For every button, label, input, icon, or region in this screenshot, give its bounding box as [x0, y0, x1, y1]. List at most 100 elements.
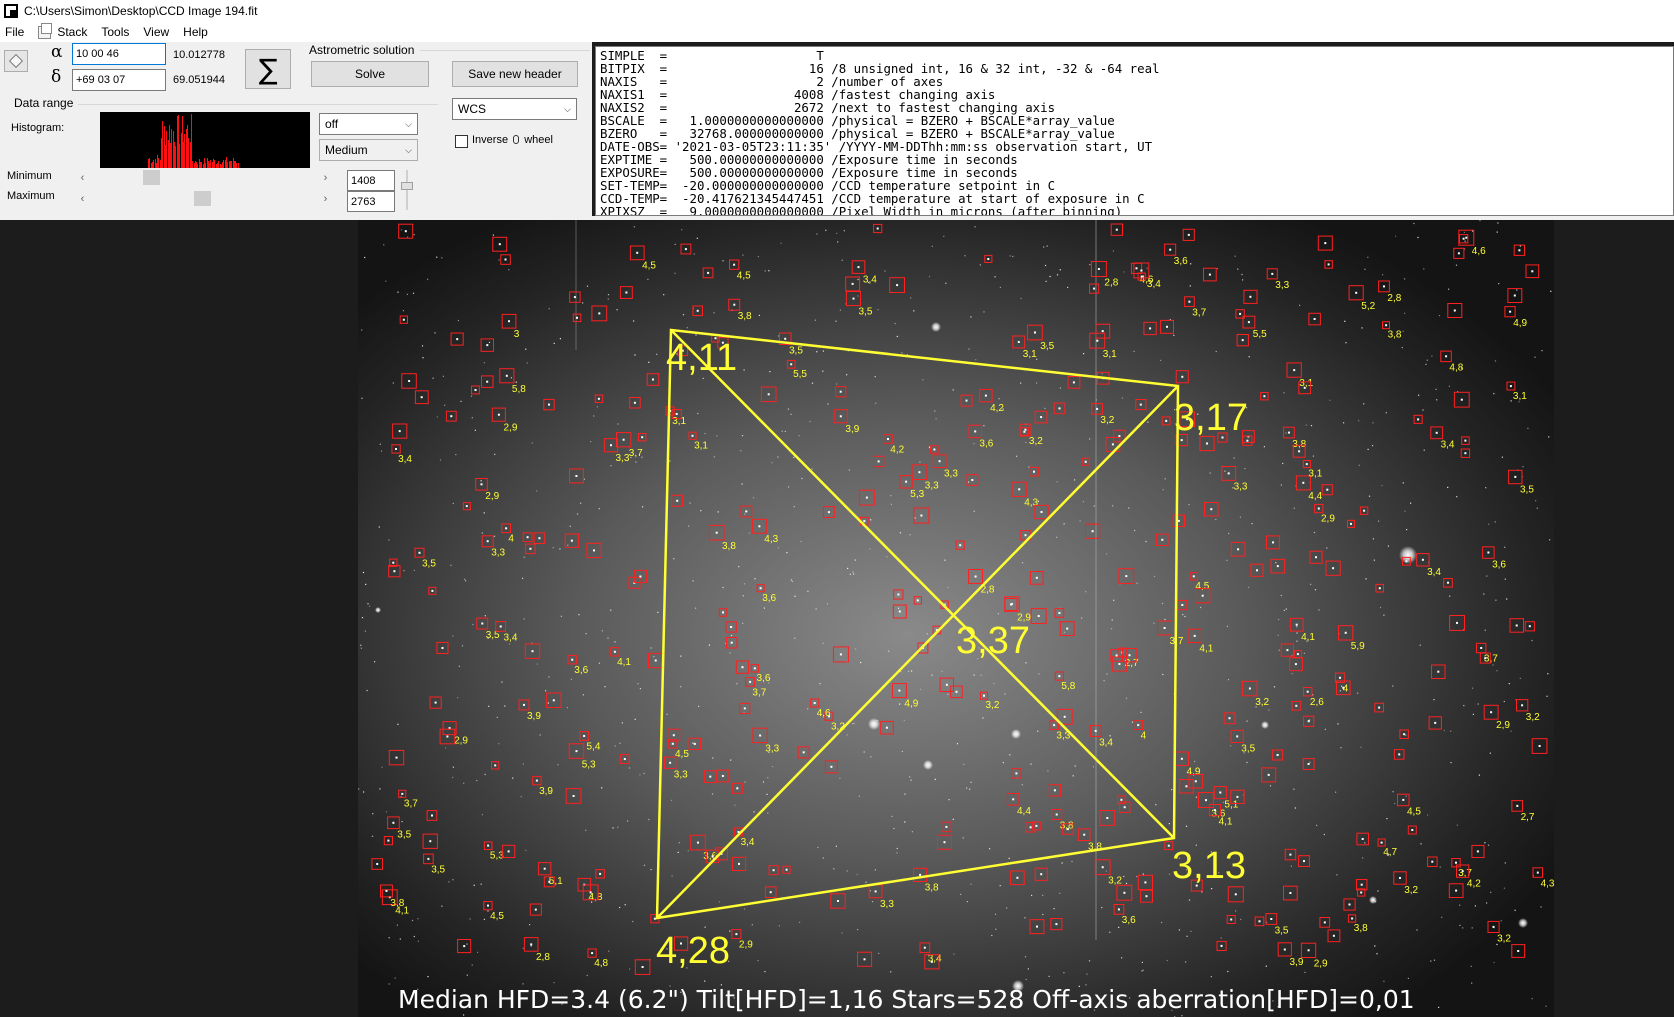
faint-star [1510, 400, 1512, 402]
faint-star [366, 689, 368, 692]
detected-star [1101, 866, 1104, 869]
slider-knob[interactable] [401, 182, 413, 190]
faint-star [1209, 472, 1211, 474]
star-hfd-label: 3,4 [928, 954, 942, 965]
faint-star [999, 885, 1001, 887]
maximum-scrollbar[interactable]: ‹ › [74, 190, 334, 207]
menu-stack-label: Stack [57, 25, 88, 39]
image-canvas[interactable]: 5,944,53,843,53,23,53,85,34,64,73,93,73,… [358, 220, 1554, 1017]
gamma-select[interactable]: Medium ⌵ [319, 139, 418, 161]
menu-file[interactable]: File [0, 25, 33, 39]
faint-star [966, 901, 968, 903]
faint-star [1540, 906, 1542, 908]
faint-star [943, 235, 945, 237]
faint-star [1335, 791, 1337, 793]
faint-star [1246, 761, 1248, 764]
star-hfd-label: 3,3 [1275, 280, 1289, 291]
fits-header-memo[interactable]: SIMPLE = T BITPIX = 16 /8 unsigned int, 1… [595, 46, 1674, 216]
dec-input[interactable] [72, 69, 166, 91]
minimum-scroll-thumb[interactable] [143, 170, 160, 185]
menu-stack[interactable]: Stack [33, 22, 96, 39]
detected-star [1018, 488, 1021, 491]
detected-star [1123, 891, 1126, 894]
faint-star [394, 977, 396, 979]
faint-star [1494, 521, 1496, 523]
chevron-right-icon[interactable]: › [317, 169, 334, 186]
faint-star [717, 511, 719, 513]
faint-star [401, 821, 403, 823]
faint-star [687, 850, 689, 852]
ra-input[interactable] [72, 43, 166, 65]
minimize-panel-button[interactable] [4, 50, 28, 72]
faint-star [1508, 683, 1510, 685]
faint-star [767, 812, 769, 814]
wcs-select[interactable]: WCS ⌵ [452, 98, 577, 120]
faint-star [1277, 634, 1279, 636]
faint-star [1459, 904, 1461, 906]
menu-help[interactable]: Help [178, 25, 217, 39]
faint-star [1162, 673, 1164, 676]
image-viewer[interactable]: 5,9 4 4,5 3,8 4 3,5 3,2 3,5 3,8 5,3 4,6 4,7 3,9 3,7 3,… [358, 220, 1554, 1017]
detected-star [1017, 341, 1020, 343]
faint-star [858, 795, 860, 797]
detected-star [576, 316, 578, 319]
faint-star [837, 241, 839, 243]
chevron-right-icon[interactable]: › [317, 190, 334, 207]
faint-star [1224, 470, 1226, 472]
faint-star [1488, 523, 1490, 525]
detected-star [916, 599, 919, 602]
detected-star [1351, 917, 1354, 920]
chevron-down-icon: ⌵ [405, 144, 412, 155]
faint-star [512, 777, 514, 779]
maximum-value-input[interactable] [347, 191, 395, 212]
solve-button[interactable]: Solve [311, 61, 429, 87]
detected-star [1531, 270, 1534, 273]
faint-star [1082, 501, 1084, 503]
maximum-scroll-thumb[interactable] [194, 191, 211, 206]
faint-star [361, 329, 363, 331]
menu-view[interactable]: View [138, 25, 178, 39]
chevron-left-icon[interactable]: ‹ [74, 169, 91, 186]
detected-star [395, 448, 397, 450]
star-hfd-label: 3,3 [944, 469, 958, 480]
save-new-header-button[interactable]: Save new header [452, 61, 578, 87]
star-hfd-label: 3,4 [863, 275, 877, 286]
star-hfd-label: 3,8 [1292, 439, 1306, 450]
detected-star [1296, 653, 1299, 656]
faint-star [960, 893, 962, 895]
stack-icon [38, 22, 53, 39]
inverse-wheel-checkbox[interactable] [455, 135, 468, 148]
faint-star [896, 335, 898, 338]
sigma-button[interactable]: ∑ [245, 49, 291, 89]
faint-star [1337, 723, 1339, 725]
faint-star [1246, 720, 1248, 722]
faint-star [871, 901, 874, 903]
faint-star [1048, 975, 1050, 977]
menu-tools[interactable]: Tools [96, 25, 138, 39]
faint-star [560, 615, 562, 617]
faint-star [1101, 373, 1103, 375]
saturation-slider[interactable] [400, 168, 414, 212]
faint-star [1435, 388, 1437, 390]
faint-star [1386, 818, 1388, 820]
detected-star [1288, 431, 1290, 434]
star-hfd-label: 3 [514, 329, 520, 340]
faint-star [642, 506, 644, 508]
faint-star [934, 778, 936, 780]
chevron-left-icon[interactable]: ‹ [74, 190, 91, 207]
detected-star [759, 734, 762, 737]
faint-star [1248, 356, 1250, 358]
detected-star [945, 825, 948, 828]
detected-star [1411, 829, 1414, 831]
stretch-select[interactable]: off ⌵ [319, 113, 418, 135]
faint-star [548, 308, 550, 310]
minimum-scrollbar[interactable]: ‹ › [74, 169, 334, 186]
detected-star [785, 868, 788, 871]
faint-star [1310, 425, 1313, 427]
detected-star [736, 787, 739, 790]
faint-star [531, 442, 533, 444]
faint-star [1113, 599, 1115, 601]
faint-star [1474, 905, 1476, 907]
faint-star [968, 348, 970, 350]
minimum-value-input[interactable] [347, 170, 395, 191]
